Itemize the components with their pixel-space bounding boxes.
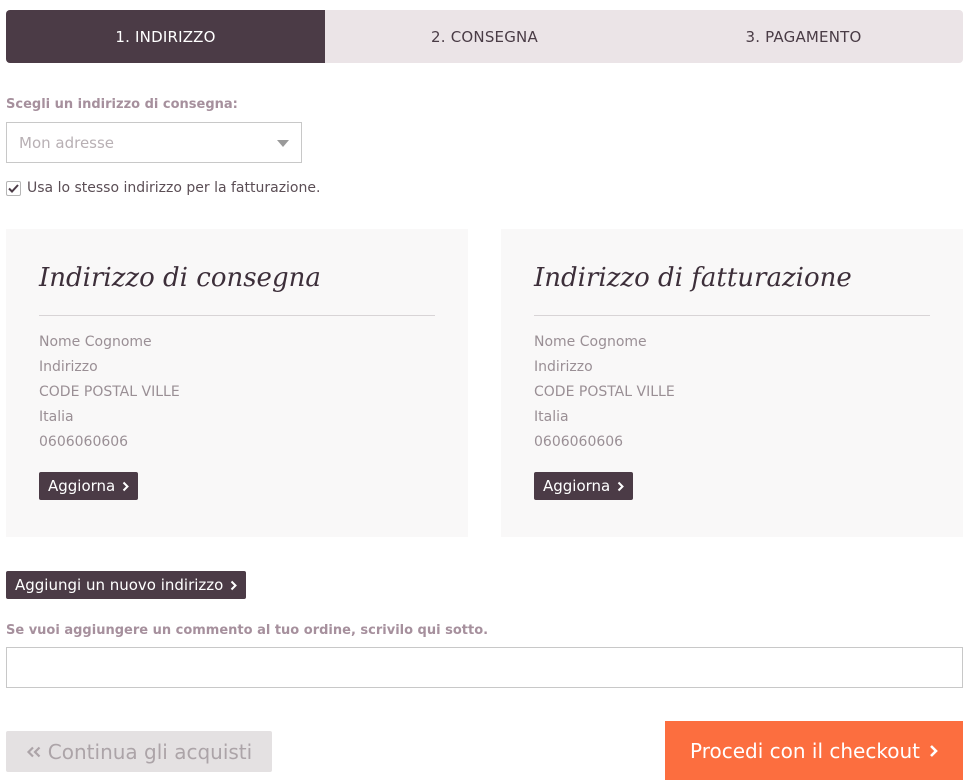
chevron-right-icon [618,481,625,491]
continue-shopping-label: Continua gli acquisti [47,739,253,764]
add-address-button[interactable]: Aggiungi un nuovo indirizzo [6,571,247,599]
comment-input[interactable] [6,647,963,688]
billing-card-title: Indirizzo di fatturazione [534,263,852,293]
billing-update-button[interactable]: Aggiorna [534,472,634,500]
double-chevron-left-icon [26,746,41,757]
same-billing-label: Usa lo stesso indirizzo per la fatturazi… [27,180,321,196]
billing-card-divider [534,315,930,316]
continue-shopping-button[interactable]: Continua gli acquisti [6,731,272,772]
delivery-update-label: Aggiorna [48,477,116,495]
billing-name: Nome Cognome [534,334,647,350]
delivery-country: Italia [39,409,74,425]
delivery-postal-city: CODE POSTAL VILLE [39,384,180,400]
step-indirizzo[interactable]: 1. INDIRIZZO [6,10,325,63]
delivery-phone: 0606060606 [39,434,129,450]
same-billing-checkbox[interactable] [6,180,21,196]
checkout-label: Procedi con il checkout [690,738,920,763]
chevron-right-icon [930,744,938,757]
checkout-steps: 1. INDIRIZZO 2. CONSEGNA 3. PAGAMENTO [6,10,963,63]
caret-down-icon [277,140,289,147]
address-select[interactable]: Mon adresse [6,122,302,163]
comment-label: Se vuoi aggiungere un commento al tuo or… [6,623,489,638]
same-billing-row: Usa lo stesso indirizzo per la fatturazi… [6,180,320,196]
billing-phone: 0606060606 [534,434,624,450]
billing-street: Indirizzo [534,359,593,375]
checkmark-icon [8,183,19,193]
step-consegna[interactable]: 2. CONSEGNA [325,10,644,63]
address-select-value: Mon adresse [19,133,115,152]
delivery-street: Indirizzo [39,359,98,375]
billing-address-card: Indirizzo di fatturazione Nome Cognome I… [501,229,963,537]
billing-country: Italia [534,409,569,425]
chevron-right-icon [123,481,130,491]
delivery-address-card: Indirizzo di consegna Nome Cognome Indir… [6,229,468,537]
delivery-card-divider [39,315,435,316]
address-select-label: Scegli un indirizzo di consegna: [6,97,238,112]
chevron-right-icon [231,580,238,590]
billing-postal-city: CODE POSTAL VILLE [534,384,675,400]
add-address-label: Aggiungi un nuovo indirizzo [15,576,224,594]
checkout-button[interactable]: Procedi con il checkout [665,721,963,780]
delivery-name: Nome Cognome [39,334,152,350]
step-pagamento[interactable]: 3. PAGAMENTO [644,10,963,63]
billing-update-label: Aggiorna [543,477,611,495]
delivery-card-title: Indirizzo di consegna [39,263,321,293]
delivery-update-button[interactable]: Aggiorna [39,472,139,500]
